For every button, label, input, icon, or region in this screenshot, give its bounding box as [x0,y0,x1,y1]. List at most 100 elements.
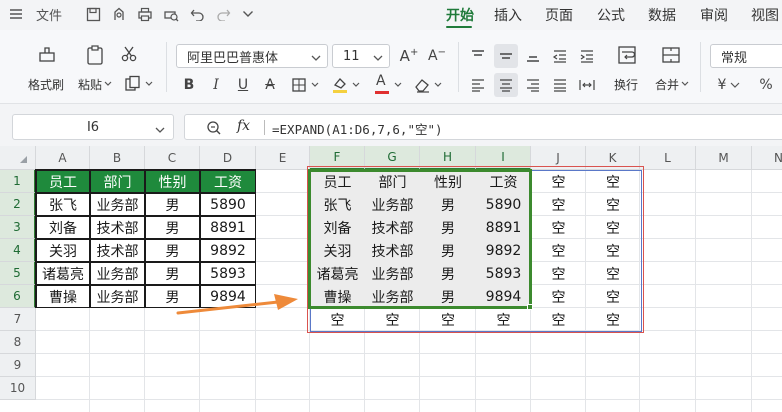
column-header-l[interactable]: L [640,146,696,170]
result-table-cell[interactable]: 空 [531,216,586,239]
source-table-cell[interactable]: 8891 [200,216,256,239]
column-header-b[interactable]: B [90,146,145,170]
row-header-10[interactable]: 10 [0,377,36,400]
result-table-cell[interactable]: 空 [531,308,586,331]
result-table-cell[interactable]: 男 [420,262,476,285]
column-header-k[interactable]: K [586,146,640,170]
column-header-a[interactable]: A [36,146,90,170]
result-table-cell[interactable]: 技术部 [365,216,420,239]
print-icon[interactable] [136,3,154,25]
source-table-cell[interactable]: 男 [145,193,200,216]
result-table-cell[interactable]: 诸葛亮 [310,262,365,285]
tab-insert[interactable]: 插入 [494,5,522,25]
result-table-cell[interactable]: 空 [586,193,640,216]
percent-button[interactable]: % [756,74,776,96]
row-header-9[interactable]: 9 [0,354,36,377]
merge-icon[interactable] [658,42,684,68]
paste-label[interactable]: 粘贴 [78,76,102,93]
shrink-font-button[interactable]: A − [426,45,448,67]
column-header-c[interactable]: C [145,146,200,170]
strikethrough-button[interactable]: A [261,75,279,95]
zoom-icon[interactable] [206,120,222,140]
result-table-cell[interactable]: 空 [476,308,531,331]
result-table-cell[interactable]: 性别 [420,170,476,193]
export-icon[interactable] [110,3,128,25]
result-table-cell[interactable]: 部门 [365,170,420,193]
select-all-corner[interactable] [0,146,36,170]
result-table-cell[interactable]: 空 [586,308,640,331]
source-table-cell[interactable]: 男 [145,262,200,285]
column-header-j[interactable]: J [531,146,586,170]
result-table-cell[interactable]: 8891 [476,216,531,239]
wrap-icon[interactable] [614,42,640,68]
source-table-cell[interactable]: 业务部 [90,262,145,285]
result-table-cell[interactable]: 曹操 [310,285,365,308]
justify-icon[interactable] [549,74,571,96]
source-table-cell[interactable]: 男 [145,239,200,262]
fill-color-icon[interactable] [330,74,364,96]
result-table-cell[interactable]: 空 [531,262,586,285]
tab-data[interactable]: 数据 [648,5,676,25]
align-bottom-icon[interactable] [522,46,544,66]
spreadsheet-grid[interactable]: ABCDEFGHIJKLMN 1 2 3 4 5 6 7 8 9 10 员工 部门 性别 工资 张飞 业务部… [0,146,782,412]
tab-review[interactable]: 审阅 [700,5,728,25]
source-table-cell[interactable]: 业务部 [90,193,145,216]
result-table-cell[interactable]: 空 [365,308,420,331]
result-table-cell[interactable]: 男 [420,239,476,262]
tab-page[interactable]: 页面 [545,5,573,25]
result-table-cell[interactable]: 空 [586,216,640,239]
source-table-cell[interactable]: 刘备 [36,216,90,239]
source-table-cell[interactable]: 技术部 [90,216,145,239]
column-header-h[interactable]: H [420,146,476,170]
quick-access-dropdown-icon[interactable] [240,3,256,25]
row-header-4[interactable]: 4 [0,239,36,262]
fill-handle[interactable] [527,304,533,310]
clear-format-icon[interactable] [412,74,446,96]
column-header-g[interactable]: G [365,146,420,170]
column-header-m[interactable]: M [696,146,752,170]
save-icon[interactable] [84,3,102,25]
result-table-cell[interactable]: 男 [420,285,476,308]
bold-button[interactable]: B [180,75,198,95]
result-table-cell[interactable]: 业务部 [365,262,420,285]
print-preview-icon[interactable] [162,3,180,25]
row-header-5[interactable]: 5 [0,262,36,285]
source-table-cell[interactable]: 技术部 [90,239,145,262]
column-header-n[interactable]: N [752,146,782,170]
column-header-i[interactable]: I [476,146,531,170]
result-table-cell[interactable]: 员工 [310,170,365,193]
column-header-e[interactable]: E [256,146,310,170]
format-painter-button[interactable] [34,42,60,68]
result-table-cell[interactable]: 空 [586,239,640,262]
wrap-text-label[interactable]: 换行 [614,76,638,93]
result-table-cell[interactable]: 空 [586,285,640,308]
source-header-cell[interactable]: 部门 [90,170,145,193]
italic-button[interactable]: I [207,75,225,95]
tab-home[interactable]: 开始 [446,5,474,25]
menu-icon[interactable] [8,3,24,25]
result-table-cell[interactable]: 男 [420,193,476,216]
indent-increase-icon[interactable] [576,46,598,66]
result-table-cell[interactable]: 业务部 [365,193,420,216]
result-table-cell[interactable]: 空 [586,170,640,193]
result-table-cell[interactable]: 业务部 [365,285,420,308]
result-table-cell[interactable]: 空 [420,308,476,331]
row-header-7[interactable]: 7 [0,308,36,331]
result-table-cell[interactable]: 男 [420,216,476,239]
result-table-cell[interactable]: 关羽 [310,239,365,262]
fx-icon[interactable]: fx [237,118,250,134]
indent-decrease-icon[interactable] [549,46,571,66]
result-table-cell[interactable]: 张飞 [310,193,365,216]
result-table-cell[interactable]: 空 [531,285,586,308]
source-table-cell[interactable]: 9892 [200,239,256,262]
copy-icon[interactable] [122,74,144,94]
source-table-cell[interactable]: 张飞 [36,193,90,216]
row-header-1[interactable]: 1 [0,170,36,193]
copy-dropdown-icon[interactable] [145,80,153,88]
merge-label[interactable]: 合并 [655,76,679,93]
font-name-select[interactable]: 阿里巴巴普惠体 [176,44,328,68]
name-box[interactable]: I6 [12,114,174,140]
result-table-cell[interactable]: 刘备 [310,216,365,239]
align-center-icon[interactable] [494,73,518,97]
source-header-cell[interactable]: 员工 [36,170,90,193]
